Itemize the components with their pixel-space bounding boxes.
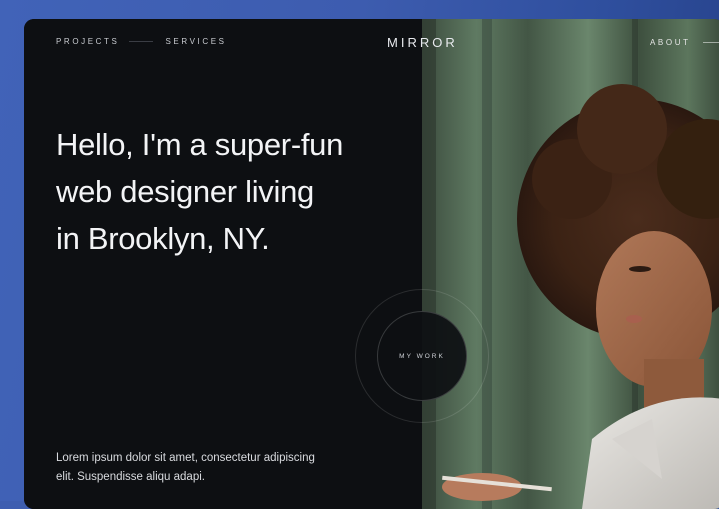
my-work-label: MY WORK	[399, 352, 445, 360]
website-preview-card: PROJECTS SERVICES MIRROR ABOUT Hello, I'…	[24, 19, 719, 509]
main-navigation: PROJECTS SERVICES	[56, 37, 227, 46]
nav-about-link[interactable]: ABOUT	[650, 38, 691, 47]
hero-left-pane	[24, 19, 422, 509]
hero-headline: Hello, I'm a super-fun web designer livi…	[56, 121, 416, 262]
headline-line-3: in Brooklyn, NY.	[56, 221, 270, 256]
nav-projects-link[interactable]: PROJECTS	[56, 37, 119, 46]
site-logo[interactable]: MIRROR	[387, 35, 458, 50]
my-work-button[interactable]: MY WORK	[377, 311, 467, 401]
hero-portrait-photo	[422, 19, 719, 509]
nav-about: ABOUT	[650, 38, 719, 47]
headline-line-2: web designer living	[56, 174, 314, 209]
nav-about-separator	[702, 42, 719, 43]
nav-separator	[129, 41, 154, 42]
nav-services-link[interactable]: SERVICES	[165, 37, 226, 46]
headline-line-1: Hello, I'm a super-fun	[56, 127, 344, 162]
hero-intro-text: Lorem ipsum dolor sit amet, consectetur …	[56, 452, 315, 483]
